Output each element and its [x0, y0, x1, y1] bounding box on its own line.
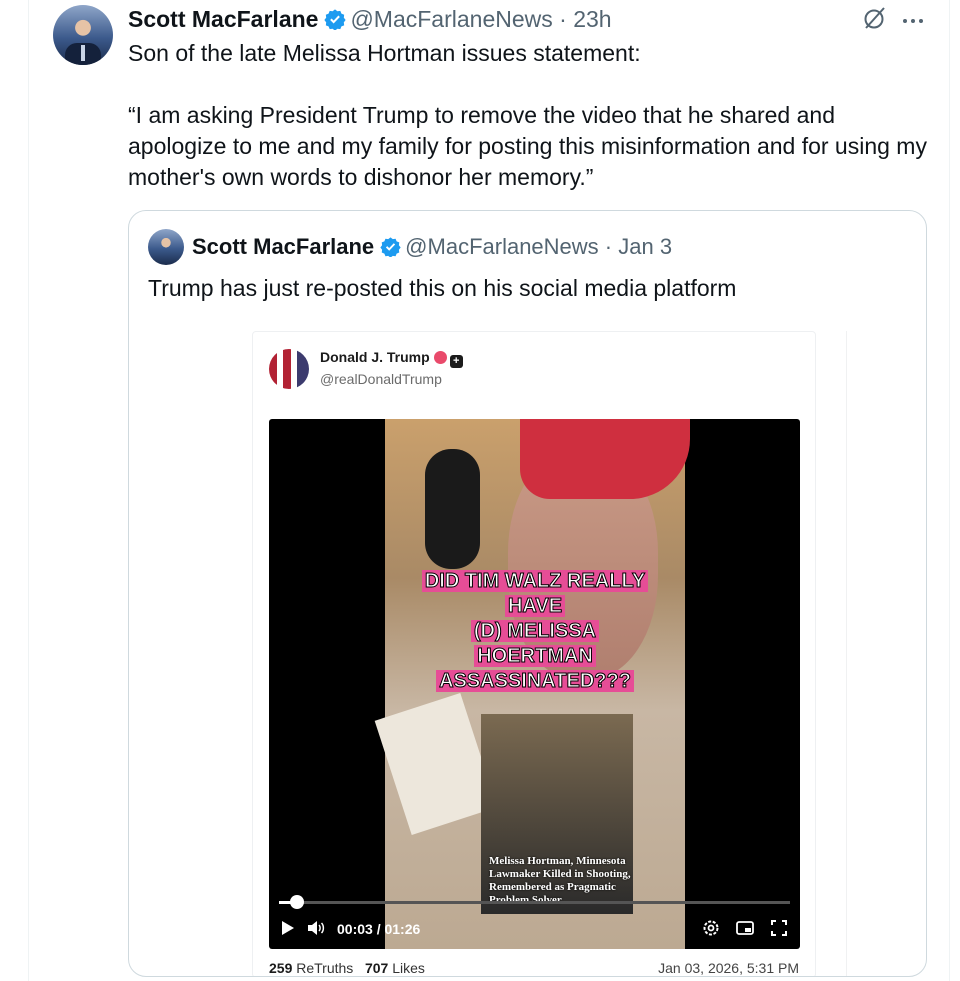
microphone-image: [425, 449, 480, 569]
quoted-tweet-text: Trump has just re-posted this on his soc…: [148, 275, 737, 301]
overlay-line: (D) MELISSA: [470, 620, 600, 643]
fullscreen-icon[interactable]: [770, 919, 788, 940]
tweet-time[interactable]: 23h: [573, 6, 611, 32]
book-image: [374, 693, 498, 835]
truth-author-handle: @realDonaldTrump: [320, 371, 442, 387]
right-column-border: [949, 0, 950, 981]
truth-stats: 259 ReTruths 707 Likes: [269, 960, 425, 976]
quoted-author-handle: @MacFarlaneNews: [405, 234, 599, 259]
settings-icon[interactable]: [702, 919, 720, 940]
quoted-tweet-time: Jan 3: [618, 234, 673, 259]
truth-plus-icon: +: [449, 355, 463, 368]
retruths-count: 259: [269, 960, 293, 976]
overlay-line: HAVE: [504, 595, 566, 618]
time-total: 01:26: [384, 921, 421, 937]
video-overlay-title: DID TIM WALZ REALLY HAVE (D) MELISSA HOE…: [385, 569, 685, 694]
video-progress-bar[interactable]: [279, 895, 790, 909]
volume-icon[interactable]: [307, 920, 325, 939]
author-avatar[interactable]: [53, 5, 113, 65]
truth-date: Jan 03, 2026, 5:31 PM: [658, 960, 799, 976]
tweet-body: Son of the late Melissa Hortman issues s…: [128, 38, 928, 193]
author-name[interactable]: Scott MacFarlane: [128, 6, 318, 32]
verified-badge-icon: [380, 236, 401, 264]
likes-label: Likes: [392, 960, 425, 976]
video-time: 00:03 / 01:26: [337, 921, 421, 937]
retruths-label: ReTruths: [296, 960, 354, 976]
video-controls: 00:03 / 01:26: [281, 917, 788, 941]
progress-knob[interactable]: [289, 895, 304, 909]
author-handle[interactable]: @MacFarlaneNews: [350, 6, 552, 32]
video-frame: DID TIM WALZ REALLY HAVE (D) MELISSA HOE…: [374, 419, 690, 949]
separator-dot: ·: [552, 6, 574, 32]
pip-icon[interactable]: [736, 920, 754, 939]
time-current: 00:03: [337, 921, 373, 937]
red-cap: [520, 419, 690, 499]
separator-dot: ·: [598, 234, 619, 259]
tweet-tools: [862, 5, 924, 36]
overlay-line: HOERTMAN: [474, 645, 596, 668]
news-caption: Melissa Hortman, Minnesota Lawmaker Kill…: [489, 855, 631, 906]
more-icon[interactable]: [902, 12, 924, 30]
verified-badge-icon: [324, 8, 347, 36]
quoted-author-name[interactable]: Scott MacFarlane: [192, 234, 374, 259]
quoted-tweet-header: Scott MacFarlane @MacFarlaneNews · Jan 3: [192, 233, 672, 264]
tweet-quote-text: “I am asking President Trump to remove t…: [128, 102, 927, 190]
video-player[interactable]: DID TIM WALZ REALLY HAVE (D) MELISSA HOE…: [269, 419, 800, 949]
truth-social-screenshot[interactable]: Donald J. Trump + @realDonaldTrump DID TI…: [252, 331, 816, 976]
screenshot-edge: [846, 331, 847, 976]
tweet-header: Scott MacFarlane @MacFarlaneNews · 23h: [128, 5, 612, 36]
overlay-line: ASSASSINATED???: [436, 670, 634, 693]
likes-count: 707: [364, 960, 389, 976]
grok-icon[interactable]: [862, 5, 888, 36]
quoted-author-avatar[interactable]: [148, 229, 184, 265]
play-icon[interactable]: [281, 920, 295, 939]
truth-verified-icon: [433, 351, 447, 364]
quoted-tweet[interactable]: Scott MacFarlane @MacFarlaneNews · Jan 3 …: [128, 210, 927, 977]
left-column-border: [28, 0, 29, 981]
trump-avatar: [269, 349, 309, 389]
tweet-text-line1: Son of the late Melissa Hortman issues s…: [128, 40, 641, 66]
truth-author-row: Donald J. Trump +: [320, 349, 463, 368]
truth-author-name: Donald J. Trump: [320, 349, 430, 365]
overlay-line: DID TIM WALZ REALLY: [421, 570, 649, 593]
